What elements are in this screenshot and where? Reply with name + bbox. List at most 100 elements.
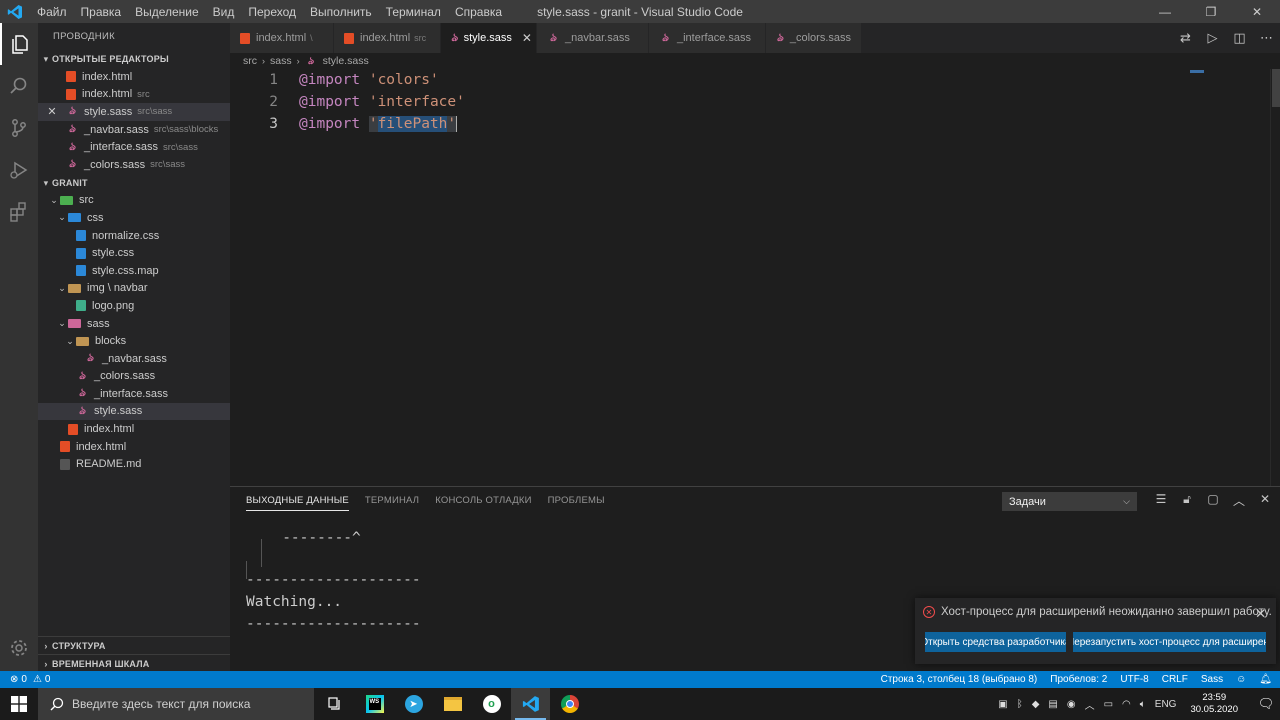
- code-editor[interactable]: 1 @import 'colors' 2 @import 'interface'…: [230, 69, 1270, 486]
- end-of-line[interactable]: CRLF: [1162, 674, 1188, 685]
- run-debug-icon[interactable]: [0, 149, 38, 191]
- clock[interactable]: 23:59 30.05.2020: [1190, 692, 1238, 716]
- tree-file[interactable]: ঌ style.sass: [38, 402, 230, 421]
- menu-edit[interactable]: Правка: [74, 5, 129, 19]
- close-icon[interactable]: ✕: [1255, 606, 1266, 622]
- tree-file[interactable]: index.html: [38, 438, 230, 456]
- bluetooth-icon[interactable]: ᛒ: [1017, 699, 1023, 710]
- workspace-section[interactable]: ▾ GRANIT: [38, 174, 230, 192]
- search-icon[interactable]: [0, 65, 38, 107]
- cursor-position[interactable]: Строка 3, столбец 18 (выбрано 8): [881, 674, 1038, 685]
- output-channel-select[interactable]: Задачи ⌵: [1002, 492, 1137, 511]
- wifi-icon[interactable]: ◠: [1122, 699, 1131, 710]
- lock-scroll-icon[interactable]: 🔓︎: [1174, 492, 1200, 509]
- compare-changes-icon[interactable]: ⇄: [1172, 30, 1199, 46]
- chrome-tray-icon[interactable]: ◉: [1067, 699, 1076, 710]
- split-editor-icon[interactable]: ◫: [1226, 30, 1253, 46]
- editor-tab[interactable]: ঌ _navbar.sass: [537, 23, 649, 53]
- telegram-icon[interactable]: ➤: [394, 688, 433, 720]
- notifications-bell-icon[interactable]: 🔔︎: [1259, 674, 1272, 685]
- start-button[interactable]: [0, 688, 38, 720]
- menu-terminal[interactable]: Терминал: [379, 5, 448, 19]
- open-editor-item[interactable]: index.html src: [38, 86, 230, 104]
- tree-file[interactable]: style.css: [38, 244, 230, 262]
- tree-file[interactable]: style.css.map: [38, 262, 230, 280]
- tree-folder[interactable]: ⌄ src: [38, 192, 230, 210]
- task-view-icon[interactable]: [316, 688, 355, 720]
- open-editor-item[interactable]: ✕ ঌ style.sass src\sass: [38, 103, 230, 121]
- run-file-icon[interactable]: ▷: [1199, 30, 1226, 46]
- open-editor-item[interactable]: ঌ _interface.sass src\sass: [38, 138, 230, 156]
- tree-file[interactable]: ঌ _colors.sass: [38, 368, 230, 386]
- tree-folder[interactable]: ⌄ sass: [38, 315, 230, 333]
- open-log-icon[interactable]: ▢: [1200, 492, 1226, 509]
- volume-icon[interactable]: 🔈︎: [1140, 699, 1146, 710]
- editor-scrollbar[interactable]: [1270, 69, 1280, 486]
- close-icon[interactable]: ✕: [522, 31, 532, 45]
- breadcrumb-item-file[interactable]: style.sass: [323, 55, 369, 67]
- tab-terminal[interactable]: ТЕРМИНАЛ: [365, 495, 419, 511]
- restart-extension-host-button[interactable]: Перезапустить хост-процесс для расширени…: [1073, 632, 1266, 652]
- open-devtools-button[interactable]: Открыть средства разработчика: [925, 632, 1066, 652]
- tray-app-icon[interactable]: ◆: [1032, 699, 1040, 710]
- file-explorer-icon[interactable]: [433, 688, 472, 720]
- editor-tab[interactable]: ঌ _colors.sass: [766, 23, 862, 53]
- tree-file[interactable]: index.html: [38, 420, 230, 438]
- extensions-icon[interactable]: [0, 191, 38, 233]
- tree-folder[interactable]: ⌄ blocks: [38, 332, 230, 350]
- network-icon[interactable]: ▭: [1104, 699, 1113, 710]
- tree-file[interactable]: normalize.css: [38, 227, 230, 245]
- open-editor-item[interactable]: ঌ _colors.sass src\sass: [38, 156, 230, 174]
- menu-selection[interactable]: Выделение: [128, 5, 206, 19]
- explorer-icon[interactable]: [0, 23, 38, 65]
- tree-folder[interactable]: ⌄ img \ navbar: [38, 280, 230, 298]
- tree-file[interactable]: ঌ _navbar.sass: [38, 350, 230, 368]
- tree-file[interactable]: ঌ _interface.sass: [38, 385, 230, 403]
- language-mode[interactable]: Sass: [1201, 674, 1223, 685]
- input-language[interactable]: ENG: [1155, 699, 1177, 710]
- vscode-taskbar-icon[interactable]: [511, 688, 550, 720]
- editor-tab[interactable]: ঌ style.sass ✕: [441, 23, 537, 53]
- breadcrumb-item-sass[interactable]: sass: [270, 55, 292, 67]
- editor-tab[interactable]: ঌ _interface.sass: [649, 23, 766, 53]
- maximize-button[interactable]: ❐: [1188, 0, 1234, 23]
- tab-debug-console[interactable]: КОНСОЛЬ ОТЛАДКИ: [435, 495, 531, 511]
- menu-go[interactable]: Переход: [241, 5, 303, 19]
- menu-view[interactable]: Вид: [206, 5, 242, 19]
- settings-gear-icon[interactable]: [0, 627, 38, 669]
- minimap[interactable]: [1190, 70, 1204, 73]
- editor-scrollbar-thumb[interactable]: [1272, 69, 1280, 107]
- tray-app-icon[interactable]: ▤: [1048, 699, 1057, 710]
- open-editor-item[interactable]: ঌ _navbar.sass src\sass\blocks: [38, 121, 230, 139]
- outline-section[interactable]: › СТРУКТУРА: [38, 636, 230, 654]
- editor-tab[interactable]: index.html \: [230, 23, 334, 53]
- show-hidden-icons-icon[interactable]: ︿: [1085, 697, 1095, 712]
- open-editors-section[interactable]: ▾ ОТКРЫТЫЕ РЕДАКТОРЫ: [38, 50, 230, 68]
- action-center-icon[interactable]: 🗨︎: [1252, 696, 1280, 712]
- more-actions-icon[interactable]: ⋯: [1253, 30, 1280, 46]
- tree-folder[interactable]: ⌄ css: [38, 209, 230, 227]
- editor-tab[interactable]: index.html src: [334, 23, 441, 53]
- maximize-panel-icon[interactable]: ︿: [1226, 492, 1252, 509]
- webstorm-icon[interactable]: WS: [355, 688, 394, 720]
- menu-run[interactable]: Выполнить: [303, 5, 379, 19]
- problems-indicator[interactable]: ⊗ 0 ⚠ 0: [10, 674, 50, 685]
- tab-output[interactable]: ВЫХОДНЫЕ ДАННЫЕ: [246, 495, 349, 511]
- encoding[interactable]: UTF-8: [1120, 674, 1148, 685]
- open-editor-item[interactable]: index.html: [38, 68, 230, 86]
- tree-file[interactable]: README.md: [38, 455, 230, 473]
- messenger-app-icon[interactable]: o: [472, 688, 511, 720]
- vscode-logo-icon[interactable]: [0, 0, 30, 23]
- timeline-section[interactable]: › ВРЕМЕННАЯ ШКАЛА: [38, 654, 230, 672]
- tree-file[interactable]: logo.png: [38, 297, 230, 315]
- tab-problems[interactable]: ПРОБЛЕМЫ: [548, 495, 605, 511]
- feedback-icon[interactable]: ☺: [1236, 674, 1246, 685]
- close-window-button[interactable]: ✕: [1234, 0, 1280, 23]
- clear-output-icon[interactable]: ☰: [1148, 492, 1174, 509]
- minimize-button[interactable]: —: [1142, 0, 1188, 23]
- close-panel-icon[interactable]: ✕: [1252, 492, 1278, 509]
- close-icon[interactable]: ✕: [38, 105, 66, 118]
- tray-app-icon[interactable]: ▣: [998, 699, 1007, 710]
- chrome-icon[interactable]: [550, 688, 589, 720]
- source-control-icon[interactable]: [0, 107, 38, 149]
